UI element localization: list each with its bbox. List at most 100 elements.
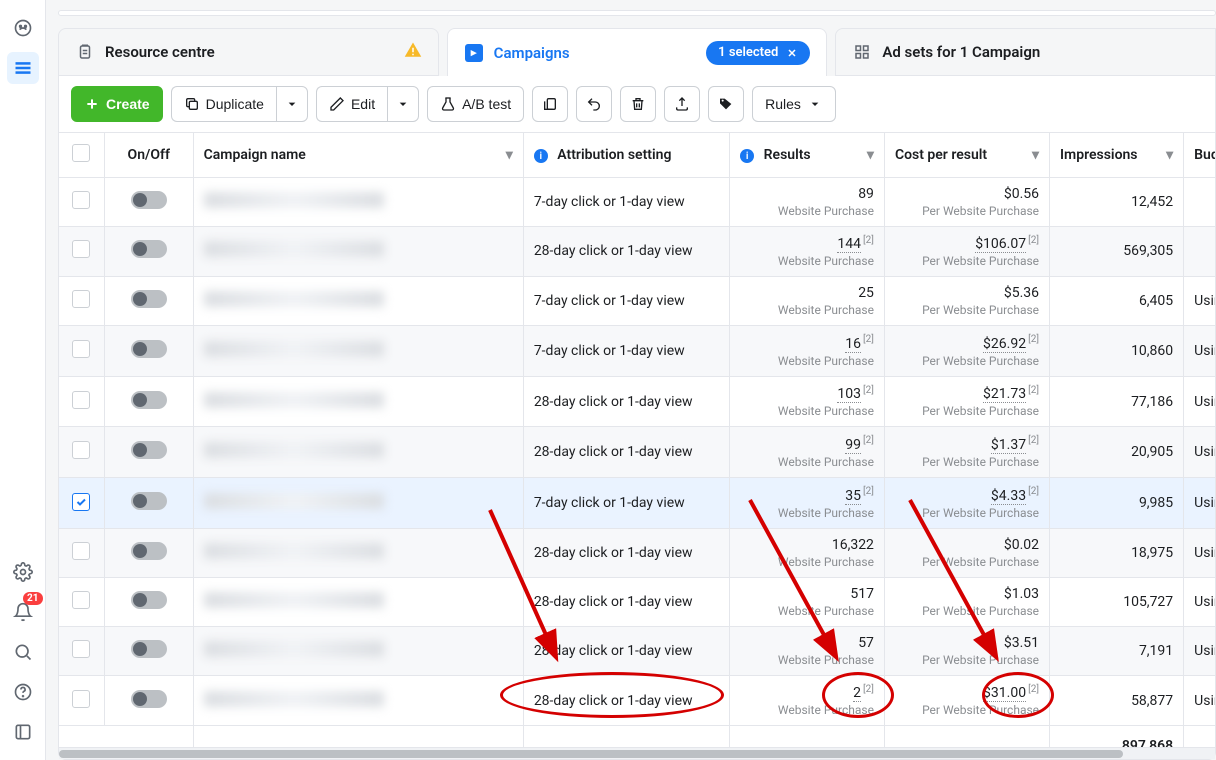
checkbox[interactable] [72,290,90,308]
notifications-icon[interactable]: 21 [7,596,39,628]
table-row[interactable]: 28-day click or 1-day view99[2]Website P… [59,427,1215,478]
row-toggle-cell[interactable] [104,226,193,277]
toggle[interactable] [131,542,167,560]
row-toggle-cell[interactable] [104,478,193,529]
sort-icon[interactable]: ▾ [1032,147,1039,163]
help-icon[interactable] [7,676,39,708]
toggle[interactable] [131,640,167,658]
undo-button[interactable] [576,86,612,122]
campaign-name-cell[interactable] [193,478,523,529]
row-check-cell[interactable] [59,626,104,675]
scrollbar-thumb[interactable] [59,750,1123,758]
checkbox[interactable] [72,441,90,459]
checkbox[interactable] [72,493,90,511]
close-icon[interactable] [784,45,800,61]
checkbox[interactable] [72,240,90,258]
table-row[interactable]: 28-day click or 1-day view103[2]Website … [59,376,1215,427]
row-toggle-cell[interactable] [104,376,193,427]
info-icon[interactable]: i [534,149,548,163]
checkbox[interactable] [72,542,90,560]
edit-dropdown[interactable] [387,86,419,122]
toggle[interactable] [131,591,167,609]
row-check-cell[interactable] [59,675,104,726]
table-row[interactable]: 7-day click or 1-day view89Website Purch… [59,177,1215,226]
table-row[interactable]: 28-day click or 1-day view57Website Purc… [59,626,1215,675]
row-check-cell[interactable] [59,376,104,427]
col-budget[interactable]: Budget [1184,133,1215,177]
export-button[interactable] [664,86,700,122]
row-check-cell[interactable] [59,577,104,626]
checkbox[interactable] [72,640,90,658]
campaign-name-cell[interactable] [193,376,523,427]
table-row[interactable]: 28-day click or 1-day view16,322Website … [59,528,1215,577]
copy-button[interactable] [532,86,568,122]
toggle[interactable] [131,191,167,209]
campaign-name-cell[interactable] [193,177,523,226]
table-row[interactable]: 28-day click or 1-day view517Website Pur… [59,577,1215,626]
col-onoff[interactable]: On/Off [104,133,193,177]
row-toggle-cell[interactable] [104,277,193,326]
row-toggle-cell[interactable] [104,177,193,226]
row-check-cell[interactable] [59,277,104,326]
dashboard-icon[interactable] [7,12,39,44]
campaign-name-cell[interactable] [193,277,523,326]
sort-icon[interactable]: ▾ [506,147,513,163]
selected-pill[interactable]: 1 selected [706,41,810,65]
col-results[interactable]: i Results ▾ [730,133,885,177]
sort-icon[interactable]: ▾ [867,147,874,163]
row-toggle-cell[interactable] [104,326,193,377]
row-toggle-cell[interactable] [104,675,193,726]
row-check-cell[interactable] [59,177,104,226]
campaign-name-cell[interactable] [193,675,523,726]
col-cpr[interactable]: Cost per result ▾ [884,133,1049,177]
row-toggle-cell[interactable] [104,626,193,675]
toggle[interactable] [131,690,167,708]
row-toggle-cell[interactable] [104,427,193,478]
table-wrap[interactable]: On/Off Campaign name ▾ i Attribution set… [59,132,1215,747]
row-check-cell[interactable] [59,478,104,529]
row-check-cell[interactable] [59,226,104,277]
campaign-name-cell[interactable] [193,427,523,478]
campaign-name-cell[interactable] [193,577,523,626]
abtest-button[interactable]: A/B test [427,86,524,122]
campaign-name-cell[interactable] [193,226,523,277]
duplicate-button[interactable]: Duplicate [171,86,276,122]
campaign-name-cell[interactable] [193,326,523,377]
tag-button[interactable] [708,86,744,122]
toggle[interactable] [131,492,167,510]
checkbox[interactable] [72,591,90,609]
checkbox[interactable] [72,340,90,358]
table-row[interactable]: 7-day click or 1-day view35[2]Website Pu… [59,478,1215,529]
toggle[interactable] [131,240,167,258]
info-icon[interactable]: i [740,149,754,163]
rules-button[interactable]: Rules [752,86,836,122]
select-all-checkbox[interactable] [72,144,90,162]
delete-button[interactable] [620,86,656,122]
row-check-cell[interactable] [59,528,104,577]
search-icon[interactable] [7,636,39,668]
create-button[interactable]: Create [71,86,163,122]
checkbox[interactable] [72,690,90,708]
table-row[interactable]: 28-day click or 1-day view2[2]Website Pu… [59,675,1215,726]
table-row[interactable]: 7-day click or 1-day view25Website Purch… [59,277,1215,326]
table-row[interactable]: 28-day click or 1-day view144[2]Website … [59,226,1215,277]
col-check[interactable] [59,133,104,177]
row-toggle-cell[interactable] [104,577,193,626]
toggle[interactable] [131,391,167,409]
checkbox[interactable] [72,391,90,409]
checkbox[interactable] [72,191,90,209]
toggle[interactable] [131,340,167,358]
campaign-name-cell[interactable] [193,528,523,577]
tab-adsets[interactable]: Ad sets for 1 Campaign [835,28,1216,76]
ads-manager-icon[interactable] [7,52,39,84]
col-attr[interactable]: i Attribution setting [523,133,729,177]
toggle[interactable] [131,290,167,308]
toggle[interactable] [131,441,167,459]
row-check-cell[interactable] [59,427,104,478]
horizontal-scrollbar[interactable] [59,747,1215,759]
col-impressions[interactable]: Impressions ▾ [1050,133,1184,177]
row-check-cell[interactable] [59,326,104,377]
settings-icon[interactable] [7,556,39,588]
tab-resource-centre[interactable]: Resource centre [58,28,439,76]
edit-button[interactable]: Edit [316,86,387,122]
